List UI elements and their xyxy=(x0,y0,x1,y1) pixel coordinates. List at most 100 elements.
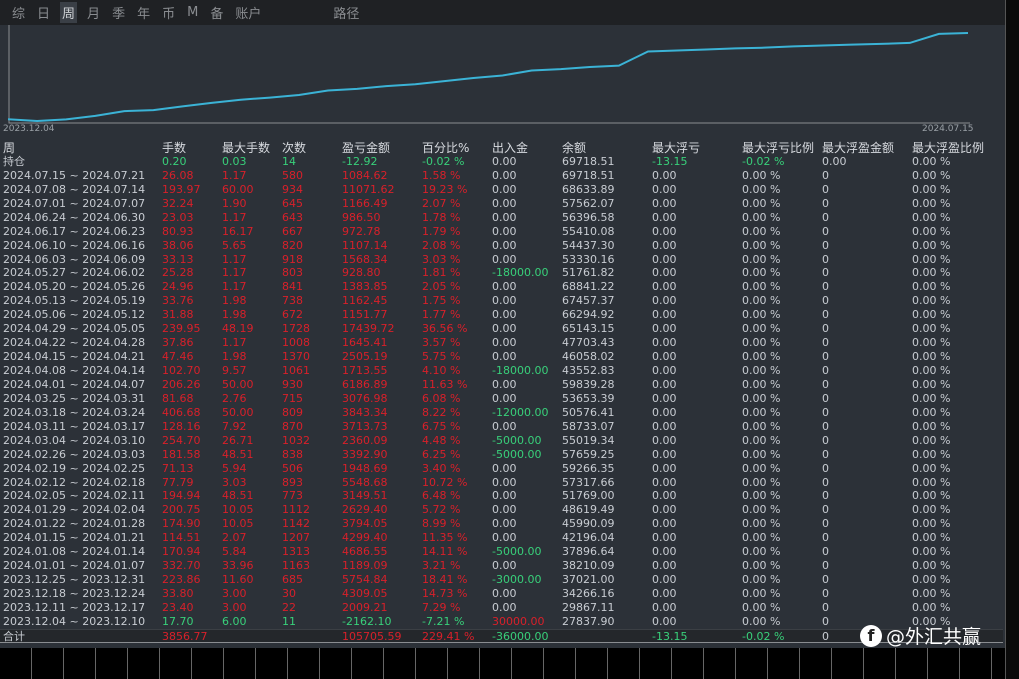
cell-col-8: 0.00 xyxy=(652,294,677,308)
cell-col-8: -13.15 xyxy=(652,154,688,168)
cell-col-5: 2.07 % xyxy=(422,196,461,210)
cell-col-6: 30000.00 xyxy=(492,614,545,628)
cell-col-3: 11 xyxy=(282,614,296,628)
cell-col-5: 百分比% xyxy=(422,141,470,155)
cell-col-2: 1.17 xyxy=(222,280,247,294)
cell-col-9: 0.00 % xyxy=(742,531,781,545)
cell-col-6: 0.00 xyxy=(492,238,517,252)
cell-col-11: 0.00 % xyxy=(912,168,951,182)
tab-2[interactable]: 周 xyxy=(60,2,78,23)
cell-col-2: 48.19 xyxy=(222,322,254,336)
cell-col-0: 2024.06.10 ~ 2024.06.16 xyxy=(3,238,146,252)
cell-col-10: 0 xyxy=(822,168,829,182)
table-row: 2024.04.01 ~ 2024.04.07 206.26 50.00 930 618… xyxy=(0,378,1003,392)
table-row: 2024.05.13 ~ 2024.05.19 33.76 1.98 738 1162.… xyxy=(0,294,1003,308)
cell-col-6: -3000.00 xyxy=(492,573,542,587)
cell-col-10: 最大浮盈金额 xyxy=(822,141,895,155)
cell-col-7: 48619.49 xyxy=(562,503,615,517)
cell-col-9: 0.00 % xyxy=(742,322,781,336)
cell-col-11: 最大浮盈比例 xyxy=(912,141,985,155)
tab-8[interactable]: 备 xyxy=(208,2,225,23)
cell-col-4: 2505.19 xyxy=(342,350,388,364)
cell-col-2: 1.17 xyxy=(222,252,247,266)
cell-col-10: 0 xyxy=(822,252,829,266)
cell-col-8: 0.00 xyxy=(652,489,677,503)
cell-col-1: 3856.77 xyxy=(162,629,208,643)
cell-col-7: 55019.34 xyxy=(562,433,615,447)
cell-col-7: 37021.00 xyxy=(562,573,615,587)
cell-col-8: -13.15 xyxy=(652,629,688,643)
cell-col-4: 928.80 xyxy=(342,266,381,280)
cell-col-6: 0.00 xyxy=(492,600,517,614)
cell-col-9: 0.00 % xyxy=(742,224,781,238)
cell-col-3: 738 xyxy=(282,294,303,308)
tab-9[interactable]: 账户 xyxy=(233,2,263,23)
chart-start-date: 2023.12.04 xyxy=(3,124,55,134)
cell-col-3: 1112 xyxy=(282,503,310,517)
cell-col-6: 0.00 xyxy=(492,489,517,503)
cell-col-8: 0.00 xyxy=(652,614,677,628)
cell-col-10: 0 xyxy=(822,461,829,475)
cell-col-1: 193.97 xyxy=(162,182,201,196)
cell-col-0: 2024.01.29 ~ 2024.02.04 xyxy=(3,503,146,517)
cell-col-1: 37.86 xyxy=(162,336,194,350)
cell-col-0: 2024.04.29 ~ 2024.05.05 xyxy=(3,322,146,336)
tab-5[interactable]: 年 xyxy=(135,2,152,23)
table-header: 周 手数 最大手数 次数 盈亏金额 百分比% 出入金 余额 最大浮亏 最大浮亏比例 最大浮盈金额 最大… xyxy=(0,141,1003,155)
cell-col-9: 最大浮亏比例 xyxy=(742,141,815,155)
cell-col-2: 50.00 xyxy=(222,405,254,419)
table-row: 2024.03.11 ~ 2024.03.17 128.16 7.92 870 3713… xyxy=(0,420,1003,434)
cell-col-3: 1008 xyxy=(282,336,310,350)
tab-7[interactable]: M xyxy=(185,4,200,21)
cell-col-8: 0.00 xyxy=(652,322,677,336)
cell-col-2: 1.90 xyxy=(222,196,247,210)
cell-col-3: 645 xyxy=(282,196,303,210)
table-row: 2024.05.20 ~ 2024.05.26 24.96 1.17 841 1383.… xyxy=(0,280,1003,294)
tab-1[interactable]: 日 xyxy=(35,2,52,23)
cell-col-10: 0 xyxy=(822,391,829,405)
cell-col-6: 0.00 xyxy=(492,168,517,182)
cell-col-4: 1645.41 xyxy=(342,336,388,350)
cell-col-6: 0.00 xyxy=(492,531,517,545)
cell-col-7: 46058.02 xyxy=(562,350,615,364)
path-tab[interactable]: 路径 xyxy=(331,2,361,23)
cell-col-8: 0.00 xyxy=(652,350,677,364)
cell-col-6: 0.00 xyxy=(492,475,517,489)
cell-col-1: 81.68 xyxy=(162,391,194,405)
cell-col-3: 1370 xyxy=(282,350,310,364)
cell-col-11: 0.00 % xyxy=(912,196,951,210)
cell-col-7: 58733.07 xyxy=(562,419,615,433)
table-row: 2024.02.19 ~ 2024.02.25 71.13 5.94 506 1948.… xyxy=(0,462,1003,476)
tab-3[interactable]: 月 xyxy=(85,2,102,23)
cell-col-1: 32.24 xyxy=(162,196,194,210)
cell-col-4: -2162.10 xyxy=(342,614,392,628)
cell-col-8: 0.00 xyxy=(652,573,677,587)
cell-col-7: 57659.25 xyxy=(562,447,615,461)
cell-col-1: 25.28 xyxy=(162,266,194,280)
cell-col-4: 1107.14 xyxy=(342,238,388,252)
tab-0[interactable]: 综 xyxy=(10,2,27,23)
cell-col-10: 0 xyxy=(822,614,829,628)
cell-col-3: 672 xyxy=(282,308,303,322)
cell-col-0: 2024.06.24 ~ 2024.06.30 xyxy=(3,210,146,224)
cell-col-11: 0.00 % xyxy=(912,377,951,391)
cell-col-7: 47703.43 xyxy=(562,336,615,350)
table-row: 2024.01.29 ~ 2024.02.04 200.75 10.05 1112 26… xyxy=(0,503,1003,517)
cell-col-11: 0.00 % xyxy=(912,475,951,489)
cell-col-2: 9.57 xyxy=(222,364,247,377)
cell-col-9: 0.00 % xyxy=(742,517,781,531)
cell-col-7: 53330.16 xyxy=(562,252,615,266)
cell-col-1: 17.70 xyxy=(162,614,194,628)
cell-col-8: 0.00 xyxy=(652,238,677,252)
tab-4[interactable]: 季 xyxy=(110,2,127,23)
cell-col-4: 3843.34 xyxy=(342,405,388,419)
tab-6[interactable]: 币 xyxy=(160,2,177,23)
cell-col-2: 1.17 xyxy=(222,336,247,350)
table-row: 2024.01.08 ~ 2024.01.14 170.94 5.84 1313 468… xyxy=(0,545,1003,559)
cell-col-6: 0.00 xyxy=(492,503,517,517)
cell-col-6: 0.00 xyxy=(492,322,517,336)
cell-col-6: 0.00 xyxy=(492,559,517,573)
cell-col-2: 11.60 xyxy=(222,573,254,587)
cell-col-1: 128.16 xyxy=(162,419,201,433)
cell-col-2: 60.00 xyxy=(222,182,254,196)
